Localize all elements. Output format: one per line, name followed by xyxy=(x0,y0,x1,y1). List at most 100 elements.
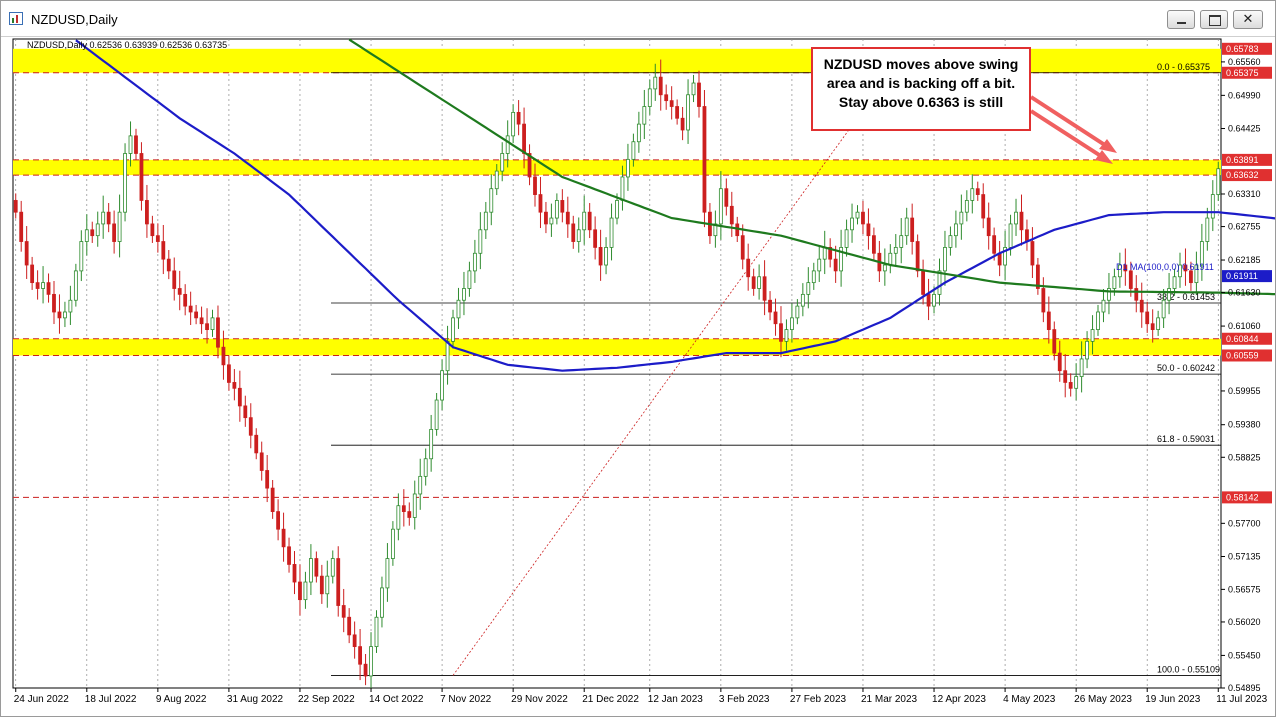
x-tick-label: 24 Jun 2022 xyxy=(14,694,69,705)
candle-body xyxy=(806,282,811,295)
x-tick-label: 12 Jan 2023 xyxy=(648,694,703,705)
candle-body xyxy=(1161,299,1166,319)
candle-body xyxy=(522,123,526,154)
candle-body xyxy=(538,194,543,213)
price-label: 0.63891 xyxy=(1226,155,1259,165)
candle-body xyxy=(30,264,35,284)
chart-window-icon xyxy=(9,12,23,25)
candle-body xyxy=(1090,329,1095,342)
candle-body xyxy=(615,200,619,219)
candle-body xyxy=(1014,211,1018,225)
candle-body xyxy=(1025,229,1029,242)
price-label: 0.58142 xyxy=(1226,492,1259,502)
price-chart[interactable]: 0.0 - 0.6537538.2 - 0.6145350.0 - 0.6024… xyxy=(1,37,1275,716)
title-bar[interactable]: NZDUSD,Daily ✕ xyxy=(1,1,1275,37)
candle-body xyxy=(347,616,352,636)
candle-body xyxy=(779,323,783,342)
candle-body xyxy=(319,575,324,595)
candle-body xyxy=(953,223,958,237)
candle-body xyxy=(303,581,308,601)
maximize-button[interactable] xyxy=(1200,10,1228,29)
x-tick-label: 22 Sep 2022 xyxy=(298,694,355,705)
candle-body xyxy=(784,329,789,342)
candle-body xyxy=(440,370,444,401)
candle-body xyxy=(1145,311,1150,325)
candle-body xyxy=(106,211,111,225)
candle-body xyxy=(653,76,658,90)
candle-body xyxy=(1041,288,1046,313)
candle-body xyxy=(221,346,226,366)
candle-body xyxy=(631,141,636,160)
candle-body xyxy=(964,200,969,213)
support-resistance-zone xyxy=(13,338,1221,356)
candle-body xyxy=(358,646,362,665)
candle-body xyxy=(352,634,357,648)
candle-body xyxy=(899,235,904,248)
minimize-button[interactable] xyxy=(1167,10,1195,29)
candle-body xyxy=(762,276,767,301)
candle-body xyxy=(46,282,51,295)
candle-body xyxy=(1112,276,1117,289)
fib-level-label: 0.0 - 0.65375 xyxy=(1157,62,1210,72)
y-tick-label: 0.56575 xyxy=(1228,584,1261,594)
y-tick-label: 0.59955 xyxy=(1228,386,1261,396)
candle-body xyxy=(183,293,188,307)
support-resistance-zone xyxy=(13,159,1221,176)
candle-body xyxy=(101,211,106,225)
x-tick-label: 3 Feb 2023 xyxy=(719,694,770,705)
candle-body xyxy=(647,88,652,107)
candle-body xyxy=(582,211,587,231)
candle-body xyxy=(768,299,772,313)
candle-body xyxy=(943,247,947,272)
candle-body xyxy=(970,188,975,201)
candle-body xyxy=(1134,288,1139,301)
x-tick-label: 21 Dec 2022 xyxy=(582,694,639,705)
y-tick-label: 0.55450 xyxy=(1228,650,1261,660)
candle-body xyxy=(462,288,466,301)
candle-body xyxy=(380,587,384,618)
candle-body xyxy=(1096,311,1100,330)
candle-body xyxy=(866,223,871,237)
close-button[interactable]: ✕ xyxy=(1233,10,1263,29)
support-resistance-zone xyxy=(13,48,1221,73)
candle-body xyxy=(636,123,641,143)
y-tick-label: 0.57700 xyxy=(1228,518,1261,528)
candle-body xyxy=(1210,194,1215,219)
candle-body xyxy=(1079,358,1084,377)
candle-body xyxy=(276,511,281,530)
candle-body xyxy=(232,382,237,389)
candle-body xyxy=(511,111,516,137)
y-tick-label: 0.65560 xyxy=(1228,57,1261,67)
candle-body xyxy=(172,270,177,289)
y-tick-label: 0.61060 xyxy=(1228,321,1261,331)
candle-body xyxy=(68,299,73,313)
candle-body xyxy=(932,293,936,307)
candle-body xyxy=(751,276,756,289)
candle-body xyxy=(177,288,182,295)
candle-body xyxy=(396,505,401,530)
candle-body xyxy=(1167,288,1171,301)
candle-body xyxy=(959,211,964,225)
candle-body xyxy=(237,387,242,407)
candle-body xyxy=(472,252,477,272)
x-tick-label: 21 Mar 2023 xyxy=(861,694,918,705)
candle-body xyxy=(1063,370,1068,383)
price-label: 0.63632 xyxy=(1226,170,1259,180)
moving-average-label: D1 MA(100,0,0) 0.61911 xyxy=(1116,262,1214,272)
fib-level-label: 50.0 - 0.60242 xyxy=(1157,363,1215,373)
candle-body xyxy=(746,258,751,278)
candle-body xyxy=(1156,317,1161,330)
candle-body xyxy=(150,223,155,237)
candle-body xyxy=(921,270,926,295)
y-tick-label: 0.56020 xyxy=(1228,617,1261,627)
candle-body xyxy=(434,399,439,430)
candle-body xyxy=(822,247,827,260)
candle-body xyxy=(861,211,865,225)
candle-body xyxy=(680,117,685,131)
y-tick-label: 0.54895 xyxy=(1228,683,1261,693)
candle-body xyxy=(1074,376,1079,389)
candle-body xyxy=(571,223,576,242)
candle-body xyxy=(729,205,734,225)
candle-body xyxy=(374,616,379,648)
candle-body xyxy=(292,564,297,583)
